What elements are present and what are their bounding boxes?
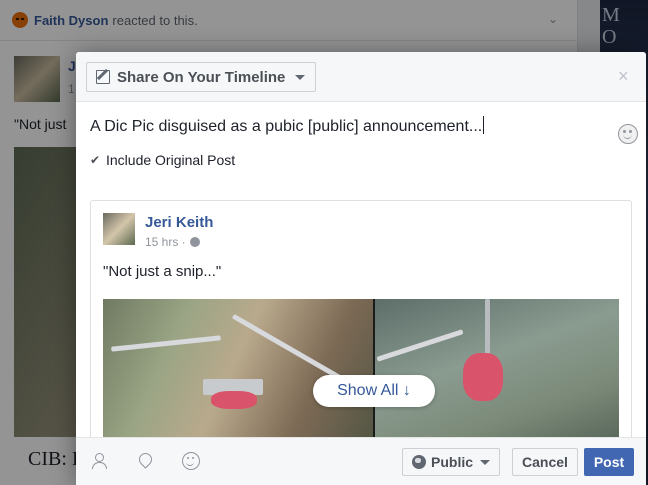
dialog-footer: Public Cancel Post bbox=[76, 437, 646, 485]
dialog-header: Share On Your Timeline × bbox=[76, 52, 646, 102]
share-dialog: Share On Your Timeline × A Dic Pic disgu… bbox=[76, 52, 646, 485]
close-icon[interactable]: × bbox=[618, 66, 629, 87]
privacy-dropdown[interactable]: Public bbox=[402, 448, 501, 476]
image-detail bbox=[463, 353, 503, 401]
globe-icon bbox=[412, 455, 426, 469]
emoji-icon[interactable] bbox=[618, 124, 638, 144]
globe-icon bbox=[189, 237, 200, 247]
location-pin-icon[interactable] bbox=[136, 452, 154, 470]
tag-people-icon[interactable] bbox=[90, 452, 108, 470]
image-detail bbox=[111, 335, 221, 352]
privacy-label: Public bbox=[431, 454, 474, 470]
include-original-label: Include Original Post bbox=[106, 152, 236, 168]
text-cursor bbox=[483, 116, 485, 134]
timestamp: 15 hrs · bbox=[145, 235, 186, 249]
original-author-link[interactable]: Jeri Keith bbox=[145, 214, 213, 231]
image-detail bbox=[376, 329, 464, 362]
share-destination-dropdown[interactable]: Share On Your Timeline bbox=[86, 62, 317, 92]
image-detail bbox=[211, 391, 257, 409]
include-original-post-checkbox[interactable]: ✔ Include Original Post bbox=[88, 152, 235, 168]
share-destination-label: Share On Your Timeline bbox=[117, 68, 286, 86]
show-all-button[interactable]: Show All ↓ bbox=[313, 375, 435, 407]
cancel-button[interactable]: Cancel bbox=[512, 448, 578, 476]
original-post-text: "Not just a snip..." bbox=[103, 263, 222, 280]
image-detail bbox=[485, 299, 490, 359]
caret-down-icon bbox=[295, 75, 306, 80]
original-post-time: 15 hrs · bbox=[145, 235, 200, 249]
feeling-icon[interactable] bbox=[182, 452, 200, 470]
composer-text: A Dic Pic disguised as a pubic [public] … bbox=[90, 118, 483, 135]
pencil-icon bbox=[96, 70, 110, 84]
avatar[interactable] bbox=[103, 213, 135, 245]
share-composer-input[interactable]: A Dic Pic disguised as a pubic [public] … bbox=[90, 116, 610, 136]
checkmark-icon: ✔ bbox=[89, 153, 101, 167]
post-button[interactable]: Post bbox=[584, 448, 634, 476]
caret-down-icon bbox=[480, 460, 491, 465]
